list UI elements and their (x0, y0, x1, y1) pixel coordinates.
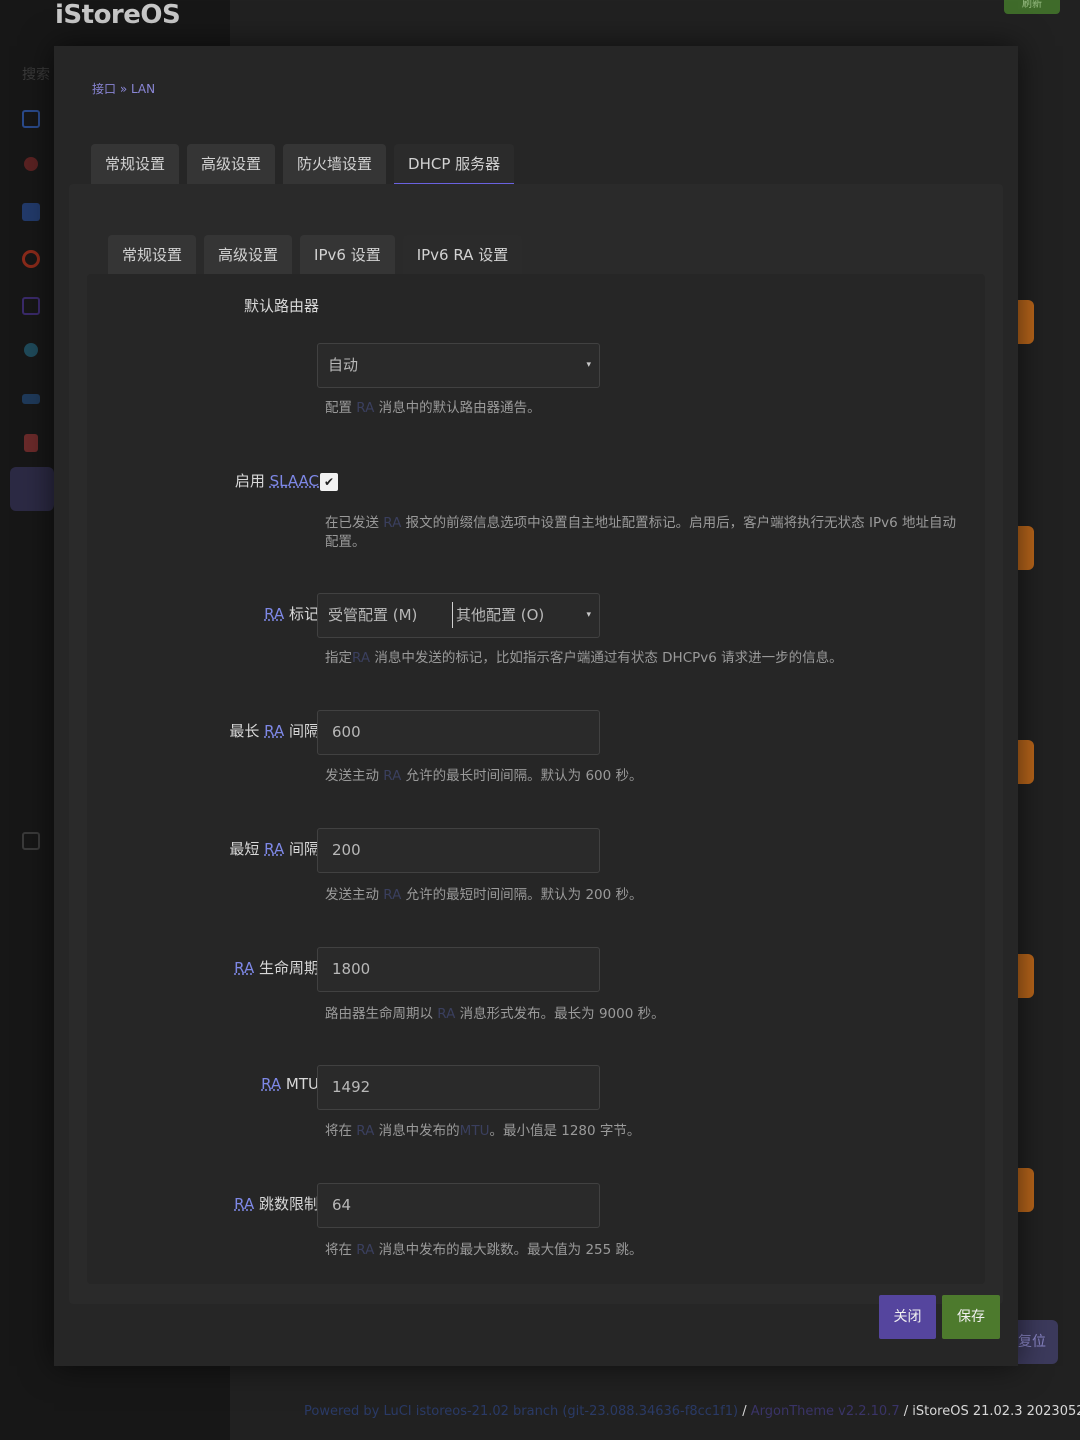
tab-general[interactable]: 常规设置 (91, 144, 180, 186)
ra-flags-multiselect[interactable]: 受管配置 (M) 其他配置 (O) ▾ (317, 593, 600, 638)
bg-edit-button[interactable] (1018, 300, 1034, 344)
subtab-general[interactable]: 常规设置 (108, 235, 197, 277)
sub-tabs: 常规设置 高级设置 IPv6 设置 IPv6 RA 设置 (108, 235, 523, 277)
hoplimit-desc: 将在 RA 消息中发布的最大跳数。最大值为 255 跳。 (325, 1242, 643, 1258)
subtab-ipv6-ra[interactable]: IPv6 RA 设置 (402, 235, 523, 277)
status-icon[interactable] (22, 110, 40, 128)
storage-icon[interactable] (24, 434, 38, 452)
ra-flags-label: RA 标记 (264, 605, 319, 623)
main-tabs: 常规设置 高级设置 防火墙设置 DHCP 服务器 (91, 144, 515, 186)
logo: iStoreOS (55, 0, 181, 30)
lifetime-input[interactable]: 1800 (317, 947, 600, 992)
chevron-down-icon: ▾ (586, 360, 591, 370)
max-interval-desc: 发送主动 RA 允许的最长时间间隔。默认为 600 秒。 (325, 768, 643, 784)
ra-flag-managed: 受管配置 (M) (328, 606, 418, 624)
bg-edit-button[interactable] (1018, 740, 1034, 784)
hoplimit-label: RA 跳数限制 (234, 1195, 319, 1213)
default-router-label: 默认路由器 (243, 297, 319, 315)
tab-dhcp-server[interactable]: DHCP 服务器 (394, 144, 515, 186)
min-interval-label: 最短 RA 间隔 (229, 840, 319, 858)
network-icon[interactable] (10, 467, 54, 511)
nas-icon[interactable] (22, 297, 40, 315)
slaac-abbr: SLAAC (269, 472, 319, 490)
bg-edit-button[interactable] (1018, 954, 1034, 998)
chevron-down-icon: ▾ (586, 610, 591, 620)
bg-edit-button[interactable] (1018, 1168, 1034, 1212)
ra-settings-panel: 默认路由器 自动 ▾ 配置 RA 消息中的默认路由器通告。 启用 SLAAC ✔… (87, 274, 985, 1284)
tab-advanced[interactable]: 高级设置 (187, 144, 276, 186)
max-interval-input[interactable]: 600 (317, 710, 600, 755)
network-tools-icon[interactable] (24, 343, 38, 357)
lifetime-label: RA 生命周期 (234, 959, 319, 977)
docker-icon[interactable] (22, 394, 40, 404)
reset-button[interactable]: 复位 (1018, 1320, 1058, 1364)
mtu-input[interactable]: 1492 (317, 1065, 600, 1110)
slaac-desc: 在已发送 RA 报文的前缀信息选项中设置自主地址配置标记。启用后，客户端将执行无… (325, 515, 956, 550)
mtu-label: RA MTU (261, 1075, 319, 1093)
text-cursor (452, 602, 453, 628)
save-button[interactable]: 保存 (942, 1295, 1000, 1339)
bg-edit-button[interactable] (1018, 526, 1034, 570)
dhcp-panel: 常规设置 高级设置 IPv6 设置 IPv6 RA 设置 默认路由器 自动 ▾ … (69, 184, 1003, 1304)
hoplimit-input[interactable]: 64 (317, 1183, 600, 1228)
breadcrumb[interactable]: 接口 » LAN (92, 80, 155, 97)
default-router-value: 自动 (328, 356, 359, 374)
subtab-ipv6[interactable]: IPv6 设置 (300, 235, 395, 277)
min-interval-input[interactable]: 200 (317, 828, 600, 873)
services-icon[interactable] (22, 250, 40, 268)
footer-powered[interactable]: Powered by LuCI istoreos-21.02 branch (g… (304, 1404, 738, 1419)
default-router-select[interactable]: 自动 ▾ (317, 343, 600, 388)
slaac-label: 启用 SLAAC (234, 472, 319, 490)
min-interval-desc: 发送主动 RA 允许的最短时间间隔。默认为 200 秒。 (325, 887, 643, 903)
refresh-button[interactable]: 刷新 (1004, 0, 1060, 14)
slaac-checkbox[interactable]: ✔ (320, 473, 338, 491)
footer-version: iStoreOS 21.02.3 2023052311 (912, 1404, 1080, 1419)
lifetime-desc: 路由器生命周期以 RA 消息形式发布。最长为 9000 秒。 (325, 1006, 665, 1022)
footer: Powered by LuCI istoreos-21.02 branch (g… (304, 1404, 1080, 1419)
ra-flag-other: 其他配置 (O) (456, 606, 545, 624)
system-icon[interactable] (24, 157, 38, 171)
subtab-advanced[interactable]: 高级设置 (204, 235, 293, 277)
mtu-desc: 将在 RA 消息中发布的MTU。最小值是 1280 字节。 (325, 1123, 641, 1139)
search-label: 搜索 (22, 67, 50, 83)
apps-icon[interactable] (22, 203, 40, 221)
default-router-desc: 配置 RA 消息中的默认路由器通告。 (325, 400, 541, 416)
tab-firewall[interactable]: 防火墙设置 (283, 144, 387, 186)
check-icon: ✔ (323, 475, 335, 489)
edit-interface-modal: 接口 » LAN 常规设置 高级设置 防火墙设置 DHCP 服务器 常规设置 高… (54, 46, 1018, 1366)
max-interval-label: 最长 RA 间隔 (229, 722, 319, 740)
footer-theme[interactable]: ArgonTheme v2.2.10.7 (751, 1404, 900, 1419)
ra-flags-desc: 指定RA 消息中发送的标记，比如指示客户端通过有状态 DHCPv6 请求进一步的… (325, 650, 843, 666)
logout-icon[interactable] (22, 832, 40, 850)
close-button[interactable]: 关闭 (879, 1295, 936, 1339)
